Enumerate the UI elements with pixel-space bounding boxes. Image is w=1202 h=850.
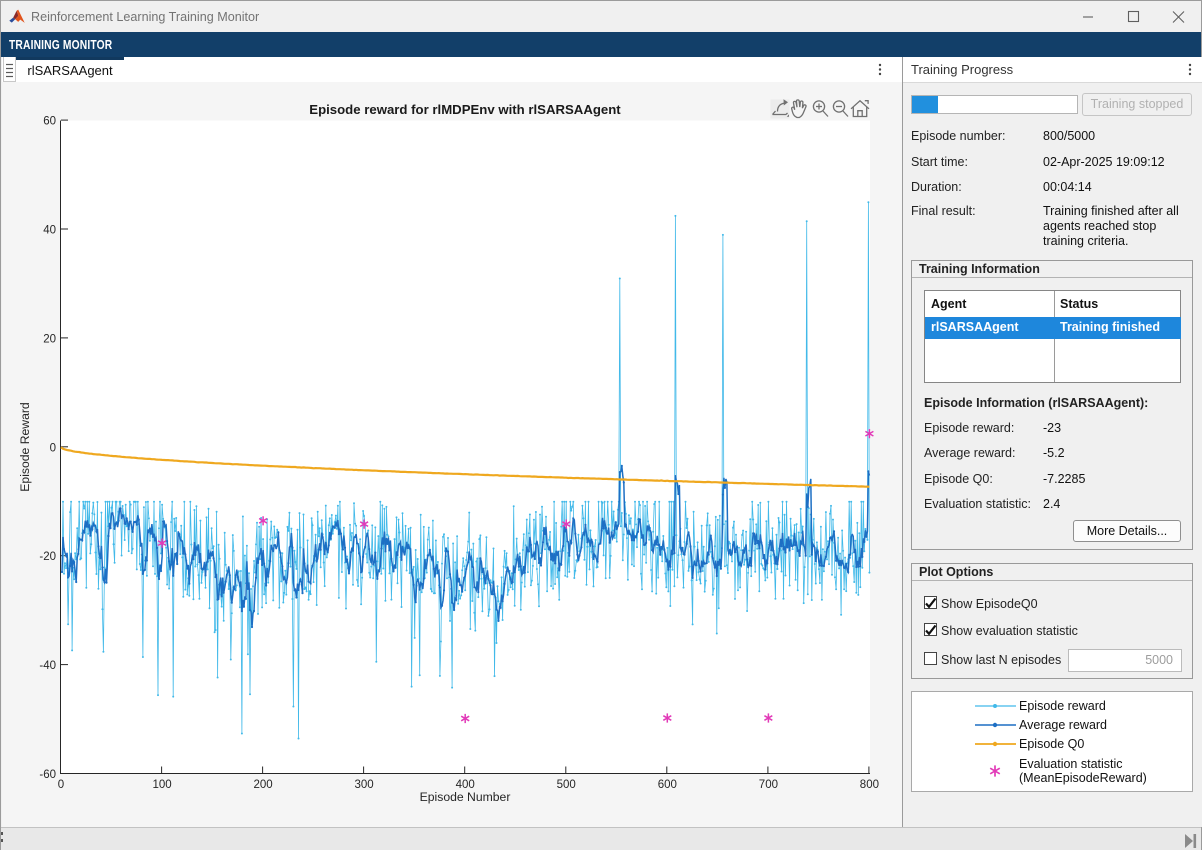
svg-text:300: 300 [355,779,374,791]
svg-text:Episode Q0: Episode Q0 [1019,737,1084,751]
svg-text:-40: -40 [39,660,56,672]
svg-text:600: 600 [658,779,677,791]
svg-text:40: 40 [43,225,56,237]
svg-text:Episode reward: Episode reward [1019,699,1106,713]
svg-text:(MeanEpisodeReward): (MeanEpisodeReward) [1019,771,1147,785]
svg-text:20: 20 [43,333,56,345]
svg-text:Episode Number: Episode Number [420,790,511,804]
svg-text:Evaluation statistic: Evaluation statistic [1019,757,1123,771]
svg-text:0: 0 [50,442,56,454]
svg-text:-20: -20 [39,551,56,563]
svg-text:-60: -60 [39,769,56,781]
svg-text:Episode Reward: Episode Reward [18,402,32,491]
svg-text:Episode reward for rlMDPEnv wi: Episode reward for rlMDPEnv with rlSARSA… [309,102,621,117]
svg-text:800: 800 [860,779,879,791]
svg-text:0: 0 [58,779,64,791]
svg-text:Average reward: Average reward [1019,718,1107,732]
svg-text:200: 200 [254,779,273,791]
svg-text:60: 60 [43,116,56,128]
svg-text:500: 500 [557,779,576,791]
svg-text:100: 100 [153,779,172,791]
svg-text:700: 700 [759,779,778,791]
